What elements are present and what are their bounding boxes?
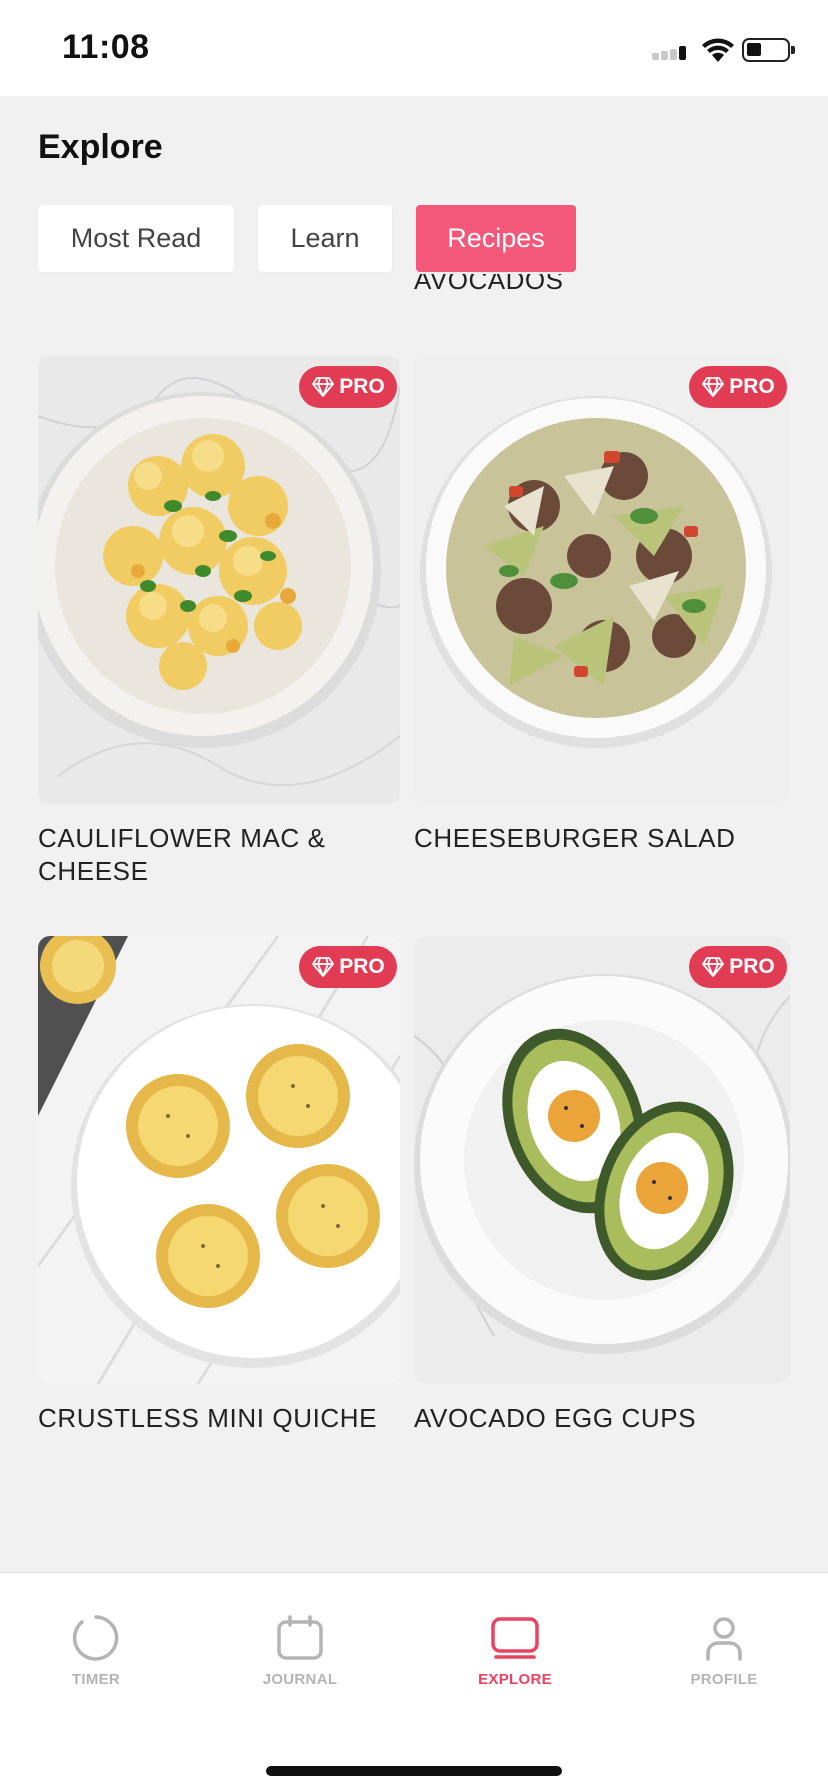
wifi-icon <box>702 38 734 62</box>
home-indicator[interactable] <box>266 1766 562 1776</box>
recipe-card-avocado-egg-cups[interactable]: PRO AVOCADO EGG CUPS <box>414 936 790 1435</box>
recipe-name: CRUSTLESS MINI QUICHE <box>38 1403 378 1433</box>
recipe-name: CHEESEBURGER SALAD <box>414 823 736 853</box>
diamond-icon <box>702 377 725 397</box>
diamond-icon <box>312 957 335 977</box>
recipe-card-mini-quiche[interactable]: PRO CRUSTLESS MINI QUICHE <box>38 936 400 1435</box>
salad-bowl-photo: PRO <box>414 356 790 804</box>
recipe-card-cauliflower-mac[interactable]: PRO CAULIFLOWER MAC & CHEESE <box>38 356 400 888</box>
pro-badge: PRO <box>689 366 787 408</box>
nav-explore[interactable]: EXPLORE <box>435 1613 595 1688</box>
profile-icon <box>706 1617 742 1661</box>
timer-icon <box>72 1615 119 1661</box>
journal-icon <box>277 1615 323 1660</box>
page-title: Explore <box>38 128 163 166</box>
tab-most-read[interactable]: Most Read <box>38 205 234 272</box>
status-time: 11:08 <box>62 28 150 66</box>
avocado-egg-photo: PRO <box>414 936 790 1384</box>
category-tabs: Most Read Learn Recipes <box>38 205 600 272</box>
battery-icon <box>742 38 795 62</box>
signal-icon <box>652 44 690 60</box>
nav-profile[interactable]: PROFILE <box>644 1613 804 1688</box>
tab-recipes[interactable]: Recipes <box>416 205 576 272</box>
cauliflower-dish-photo: PRO <box>38 356 400 804</box>
mini-quiche-photo: PRO <box>38 936 400 1384</box>
diamond-icon <box>702 957 725 977</box>
diamond-icon <box>312 377 335 397</box>
recipe-card-cheeseburger-salad[interactable]: PRO CHEESEBURGER SALAD <box>414 356 790 855</box>
previous-item-title: AVOCADOS <box>414 274 564 295</box>
explore-icon <box>491 1617 539 1659</box>
recipe-name: CAULIFLOWER MAC & CHEESE <box>38 823 326 886</box>
pro-badge: PRO <box>689 946 787 988</box>
recipe-name: AVOCADO EGG CUPS <box>414 1403 697 1433</box>
nav-timer[interactable]: TIMER <box>16 1613 176 1688</box>
tab-learn[interactable]: Learn <box>258 205 392 272</box>
status-bar: 11:08 <box>0 0 828 96</box>
pro-badge: PRO <box>299 366 397 408</box>
bottom-tab-bar: TIMER JOURNAL EXPLORE PROFILE <box>0 1572 828 1792</box>
pro-badge: PRO <box>299 946 397 988</box>
nav-journal[interactable]: JOURNAL <box>220 1613 380 1688</box>
